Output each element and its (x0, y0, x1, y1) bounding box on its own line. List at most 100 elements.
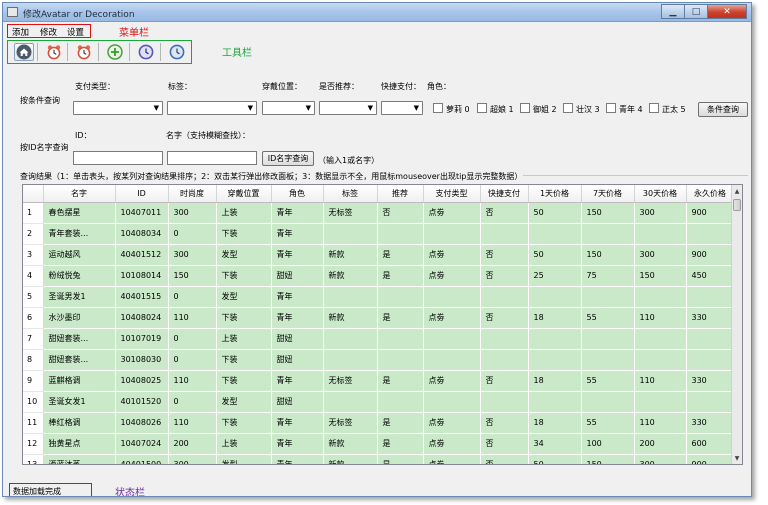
toolbar-alarm-button-2[interactable] (74, 43, 94, 61)
column-header-price-7d[interactable]: 7天价格 (581, 185, 635, 203)
name-input[interactable] (167, 151, 257, 165)
cell-tag: 新款 (323, 433, 378, 455)
tag-select[interactable]: ▼ (167, 101, 257, 115)
cell-tag: 新款 (323, 454, 378, 464)
pay-type-select[interactable]: ▼ (73, 101, 163, 115)
title-bar[interactable]: 修改Avatar or Decoration ▁ □ ✕ (3, 3, 751, 22)
cell-price-forever: 900 (686, 244, 735, 266)
cell-id: 10408034 (115, 223, 169, 245)
toolbar-annotation: 工具栏 (222, 48, 252, 59)
table-row[interactable]: 8 甜妞套装... 30108030 0 下装 甜妞 (23, 349, 735, 371)
id-name-query-hint: （输入1或名字） (318, 156, 380, 165)
role-checkbox-qingnian[interactable] (606, 103, 616, 113)
column-header-name[interactable]: 名字 (43, 185, 116, 203)
cell-tag: 新款 (323, 265, 378, 287)
column-header-rownum[interactable] (23, 185, 44, 203)
cell-name: 甜妞套装... (43, 349, 116, 371)
cell-price-7d: 100 (581, 433, 635, 455)
cell-pay-type (423, 391, 481, 413)
role-checkbox-yujie[interactable] (520, 103, 530, 113)
cell-quick-pay: 否 (480, 202, 529, 224)
cell-price-1d: 25 (528, 265, 582, 287)
cell-rownum: 10 (23, 391, 44, 413)
table-row[interactable]: 2 青年套装... 10408034 0 下装 青年 (23, 223, 735, 245)
table-row[interactable]: 4 粉绒悦兔 10108014 150 下装 甜妞 新款是点劵否 25 75 150 450 (23, 265, 735, 287)
cell-price-forever: 330 (686, 307, 735, 329)
role-checkbox-luoli[interactable] (433, 103, 443, 113)
column-header-recommend[interactable]: 推荐 (377, 185, 424, 203)
menu-item-add[interactable]: 添加 (12, 26, 29, 38)
table-row[interactable]: 7 甜妞套装... 10107019 0 上装 甜妞 (23, 328, 735, 350)
cell-position: 下装 (216, 307, 272, 329)
table-row[interactable]: 10 圣诞女发1 40101520 0 发型 甜妞 (23, 391, 735, 413)
table-row[interactable]: 6 水沙墨印 10408024 110 下装 青年 新款是点劵否 18 55 110 330 (23, 307, 735, 329)
role-checkbox-chaoniang[interactable] (477, 103, 487, 113)
toolbar-separator (98, 43, 99, 61)
column-header-fashion[interactable]: 时尚度 (168, 185, 217, 203)
home-icon (16, 44, 32, 60)
cell-role: 青年 (271, 286, 324, 308)
scroll-thumb[interactable] (733, 199, 741, 211)
role-checkbox-zhuanghan[interactable] (563, 103, 573, 113)
cell-role: 甜妞 (271, 328, 324, 350)
table-row[interactable]: 1 春色摆星 10407011 300 上装 青年 无标签否点劵否 50 150 300 900 (23, 202, 735, 224)
cell-quick-pay: 否 (480, 433, 529, 455)
menu-item-settings[interactable]: 设置 (67, 26, 84, 38)
toolbar-home-button[interactable] (14, 43, 34, 61)
table-row[interactable]: 12 独黄星点 10407024 200 上装 青年 新款是点劵否 34 100 200 600 (23, 433, 735, 455)
column-header-tag[interactable]: 标签 (323, 185, 378, 203)
cell-rownum: 3 (23, 244, 44, 266)
cell-tag: 新款 (323, 307, 378, 329)
cell-price-7d (581, 328, 635, 350)
wear-position-select[interactable]: ▼ (262, 101, 315, 115)
status-bar-annotation: 状态栏 (115, 488, 145, 497)
quick-pay-select[interactable]: ▼ (381, 101, 423, 115)
cell-price-30d: 200 (634, 433, 687, 455)
cell-fashion: 0 (168, 328, 217, 350)
cell-price-1d: 50 (528, 454, 582, 464)
scroll-down-icon[interactable]: ▼ (732, 453, 742, 463)
column-header-id[interactable]: ID (115, 185, 169, 203)
column-header-pay-type[interactable]: 支付类型 (423, 185, 481, 203)
cell-position: 发型 (216, 244, 272, 266)
cell-recommend: 是 (377, 412, 424, 434)
column-header-position[interactable]: 穿戴位置 (216, 185, 272, 203)
column-header-price-1d[interactable]: 1天价格 (528, 185, 582, 203)
result-grid[interactable]: 名字 ID 时尚度 穿戴位置 角色 标签 推荐 支付类型 快捷支付 1天价格 7… (22, 184, 743, 465)
cell-price-forever: 600 (686, 433, 735, 455)
condition-query-button[interactable]: 条件查询 (698, 102, 748, 117)
cell-name: 甜妞套装... (43, 328, 116, 350)
table-row[interactable]: 11 棒红格调 10408026 110 下装 青年 无标签是点劵否 18 55 110 330 (23, 412, 735, 434)
table-row[interactable]: 13 酒蓝沐蒸 40401500 300 发型 青年 新款是点劵否 50 150 300 900 (23, 454, 735, 464)
toolbar-clock-button-1[interactable] (136, 43, 156, 61)
table-row[interactable]: 5 圣诞男发1 40401515 0 发型 青年 (23, 286, 735, 308)
recommend-select[interactable]: ▼ (319, 101, 377, 115)
menu-item-modify[interactable]: 修改 (40, 26, 57, 38)
id-name-query-button[interactable]: ID名字查询 (262, 151, 314, 166)
toolbar-add-button[interactable] (105, 43, 125, 61)
toolbar-alarm-button-1[interactable] (44, 43, 64, 61)
cell-id: 10408026 (115, 412, 169, 434)
table-row[interactable]: 3 运动越风 40401512 300 发型 青年 新款是点劵否 50 150 300 900 (23, 244, 735, 266)
cell-recommend (377, 328, 424, 350)
cell-price-30d: 110 (634, 412, 687, 434)
table-row[interactable]: 9 蓝麒格调 10408025 110 下装 青年 无标签是点劵否 18 55 110 330 (23, 370, 735, 392)
maximize-button[interactable]: □ (684, 4, 708, 19)
cell-fashion: 0 (168, 349, 217, 371)
cell-recommend (377, 349, 424, 371)
column-header-price-forever[interactable]: 永久价格 (686, 185, 735, 203)
cell-tag: 无标签 (323, 370, 378, 392)
cell-position: 下装 (216, 265, 272, 287)
cell-price-1d: 50 (528, 244, 582, 266)
column-header-quick-pay[interactable]: 快捷支付 (480, 185, 529, 203)
minimize-button[interactable]: ▁ (661, 4, 685, 19)
cell-price-7d (581, 391, 635, 413)
vertical-scrollbar[interactable]: ▲ ▼ (731, 185, 742, 464)
scroll-up-icon[interactable]: ▲ (732, 186, 742, 196)
id-input[interactable] (73, 151, 163, 165)
toolbar-clock-button-2[interactable] (167, 43, 187, 61)
close-button[interactable]: ✕ (707, 4, 747, 19)
role-checkbox-zhengtai[interactable] (649, 103, 659, 113)
column-header-price-30d[interactable]: 30天价格 (634, 185, 687, 203)
column-header-role[interactable]: 角色 (271, 185, 324, 203)
